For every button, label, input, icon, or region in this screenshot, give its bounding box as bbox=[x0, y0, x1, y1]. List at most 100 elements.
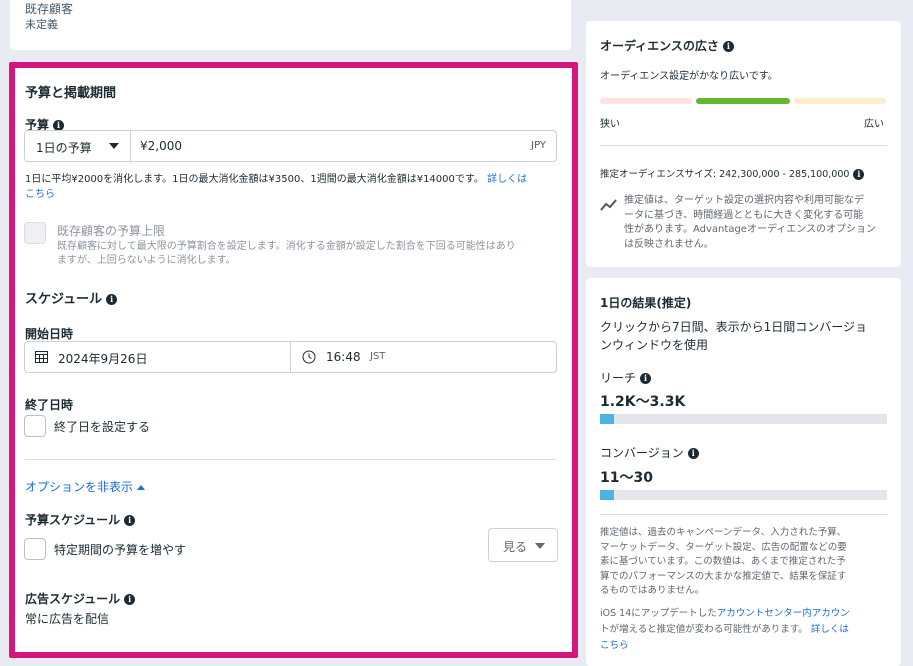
audience-size: 推定オーディエンスサイズ: 242,300,000 - 285,100,000 i bbox=[600, 166, 865, 180]
disclaimer-1: 推定値は、過去のキャンペーンデータ、入力された予算、 bbox=[600, 527, 847, 538]
disclaimer-3: 素に基づいています。この数値は、あくまで推定された予 bbox=[600, 556, 846, 567]
audience-note-4: は反映されません。 bbox=[624, 238, 714, 250]
budget-schedule-card: 予算と掲載期間 予算 i 1日の予算 ¥2,000 JPY 1日に平均¥2000を… bbox=[9, 62, 578, 658]
ad-schedule-value: 常に広告を配信 bbox=[25, 612, 110, 626]
currency-label: JPY bbox=[531, 140, 546, 151]
start-datetime-group: 2024年9月26日 16:48 JST bbox=[24, 341, 557, 373]
audience-title: オーディエンスの広さ i bbox=[600, 37, 734, 54]
reach-label-text: リーチ bbox=[600, 371, 637, 385]
info-icon[interactable]: i bbox=[687, 448, 699, 459]
trend-chart-icon bbox=[600, 199, 617, 211]
existing-customers-value: 未定義 bbox=[25, 18, 58, 31]
reach-label: リーチ i bbox=[600, 369, 652, 386]
ad-schedule-label: 広告スケジュール i bbox=[25, 590, 136, 607]
learn-more-text-2: こちら bbox=[25, 189, 55, 200]
end-date-checkbox-label: 終了日を設定する bbox=[54, 420, 151, 434]
budget-schedule-checkbox[interactable] bbox=[24, 538, 46, 560]
account-center-link-cont[interactable]: ト bbox=[600, 624, 610, 635]
calendar-icon bbox=[35, 351, 48, 363]
budget-input-group: 1日の予算 ¥2,000 JPY bbox=[24, 130, 557, 162]
section-title: 予算と掲載期間 bbox=[25, 86, 117, 101]
info-icon[interactable]: i bbox=[124, 594, 136, 605]
end-label: 終了日時 bbox=[25, 398, 74, 412]
conversion-label: コンバージョン i bbox=[600, 444, 699, 461]
start-date-value: 2024年9月26日 bbox=[58, 352, 148, 366]
start-label: 開始日時 bbox=[25, 327, 74, 341]
results-title: 1日の結果(推定) bbox=[600, 296, 692, 310]
conversion-label-text: コンバージョン bbox=[600, 446, 684, 460]
results-desc: クリックから7日間、表示から1日間コンバージョ ンウィンドウを使用 bbox=[600, 318, 867, 354]
options-toggle-text: オプションを非表示 bbox=[25, 480, 134, 494]
info-icon[interactable]: i bbox=[124, 515, 136, 526]
disclaimer-4: 算でのパフォーマンスの大まかな推定値で、結果を保証す bbox=[600, 570, 847, 582]
divider bbox=[600, 514, 887, 515]
schedule-title: スケジュール i bbox=[25, 288, 118, 307]
info-icon[interactable]: i bbox=[722, 41, 734, 52]
budget-cap-checkbox[interactable] bbox=[24, 222, 46, 244]
ios-note-2: が増えると推定値が変わる可能性があります。 bbox=[609, 624, 808, 635]
budget-schedule-title-text: 予算スケジュール bbox=[25, 513, 121, 527]
budget-cap-desc: 既存顧客に対して最大限の予算割合を設定します。消化する金額が設定した割合を下回る… bbox=[57, 240, 516, 268]
audience-meter-broad bbox=[794, 98, 886, 104]
reach-value: 1.2K〜3.3K bbox=[600, 394, 686, 410]
audience-note-1: 推定値は、ターゲット設定の選択内容や利用可能なデ bbox=[624, 195, 864, 206]
view-dropdown-button[interactable]: 見る bbox=[488, 528, 558, 562]
options-toggle-link[interactable]: オプションを非表示 bbox=[25, 478, 145, 495]
start-time-input[interactable]: 16:48 JST bbox=[292, 342, 556, 372]
reach-bar-fill bbox=[600, 414, 615, 424]
audience-note-3: 性があります。Advantageオーディエンスのオプション bbox=[624, 224, 877, 235]
audience-meter-current bbox=[696, 98, 790, 104]
caret-up-icon bbox=[136, 485, 145, 490]
caret-down-icon bbox=[535, 543, 545, 549]
narrow-label: 狭い bbox=[600, 119, 620, 130]
info-icon[interactable]: i bbox=[106, 294, 118, 305]
results-disclaimer: 推定値は、過去のキャンペーンデータ、入力された予算、 マーケットデータ、ターゲッ… bbox=[600, 526, 847, 599]
budget-type-value: 1日の予算 bbox=[36, 141, 92, 155]
conversion-value: 11〜30 bbox=[600, 470, 653, 486]
end-date-checkbox[interactable] bbox=[24, 415, 46, 437]
budget-cap-title: 既存顧客の予算上限 bbox=[57, 224, 166, 238]
audience-definition-card: オーディエンスの広さ i オーディエンス設定がかなり広いです。 狭い 広い 推定オ… bbox=[586, 21, 901, 267]
budget-cap-desc-2: ますが、上回らないように消化します。 bbox=[57, 255, 236, 266]
ad-schedule-title-text: 広告スケジュール bbox=[25, 592, 121, 606]
existing-customers-title: 既存顧客 bbox=[25, 2, 74, 16]
budget-note: 1日に平均¥2000を消化します。1日の最大消化金額は¥3500、1週間の最大消… bbox=[25, 172, 555, 202]
disclaimer-2: マーケットデータ、ターゲット設定、広告の配置などの要 bbox=[600, 541, 847, 553]
results-desc-2: ンウィンドウを使用 bbox=[600, 338, 709, 352]
estimated-results-card: 1日の結果(推定) クリックから7日間、表示から1日間コンバージョ ンウィンドウ… bbox=[586, 278, 901, 666]
timezone-label: JST bbox=[370, 351, 386, 362]
broad-label: 広い bbox=[864, 119, 884, 130]
conversion-bar bbox=[600, 490, 887, 500]
budget-schedule-checkbox-label: 特定期間の予算を増やす bbox=[54, 543, 187, 557]
divider bbox=[25, 459, 556, 460]
budget-cap-desc-1: 既存顧客に対して最大限の予算割合を設定します。消化する金額が設定した割合を下回る… bbox=[57, 241, 516, 252]
view-button-label: 見る bbox=[503, 540, 528, 554]
account-center-link[interactable]: アカウントセンター内アカウン bbox=[717, 608, 850, 619]
ios-note-1: iOS 14にアップデートした bbox=[600, 608, 717, 619]
budget-schedule-label: 予算スケジュール i bbox=[25, 511, 136, 528]
conversion-bar-fill bbox=[600, 490, 615, 500]
info-icon[interactable]: i bbox=[640, 373, 652, 384]
clock-icon bbox=[302, 350, 316, 364]
learn-more-link[interactable]: 詳しくは bbox=[811, 624, 849, 635]
divider bbox=[600, 145, 887, 146]
budget-amount-input[interactable]: ¥2,000 bbox=[140, 139, 182, 153]
budget-note-text: 1日に平均¥2000を消化します。1日の最大消化金額は¥3500、1週間の最大消… bbox=[25, 174, 484, 185]
start-time-value: 16:48 bbox=[326, 350, 361, 364]
schedule-title-text: スケジュール bbox=[25, 292, 103, 307]
start-date-input[interactable]: 2024年9月26日 bbox=[25, 342, 291, 372]
ios-note: iOS 14にアップデートしたアカウントセンター内アカウン トが増えると推定値が… bbox=[600, 606, 850, 654]
learn-more-text-1: 詳しくは bbox=[487, 174, 528, 185]
results-desc-1: クリックから7日間、表示から1日間コンバージョ bbox=[600, 320, 868, 334]
disclaimer-5: るものではありません。 bbox=[600, 585, 705, 596]
caret-down-icon bbox=[109, 143, 119, 149]
learn-more-link-cont[interactable]: こちら bbox=[600, 640, 629, 651]
audience-note-2: ータに基づき、時間経過とともに大きく変化する可能 bbox=[624, 209, 864, 221]
audience-meter-narrow bbox=[600, 98, 692, 104]
audience-status: オーディエンス設定がかなり広いです。 bbox=[600, 71, 778, 82]
budget-type-select[interactable]: 1日の予算 bbox=[25, 131, 131, 161]
info-icon[interactable]: i bbox=[853, 169, 865, 180]
audience-title-text: オーディエンスの広さ bbox=[600, 39, 719, 53]
reach-bar bbox=[600, 414, 887, 424]
existing-customers-card: 既存顧客 未定義 bbox=[10, 0, 571, 50]
